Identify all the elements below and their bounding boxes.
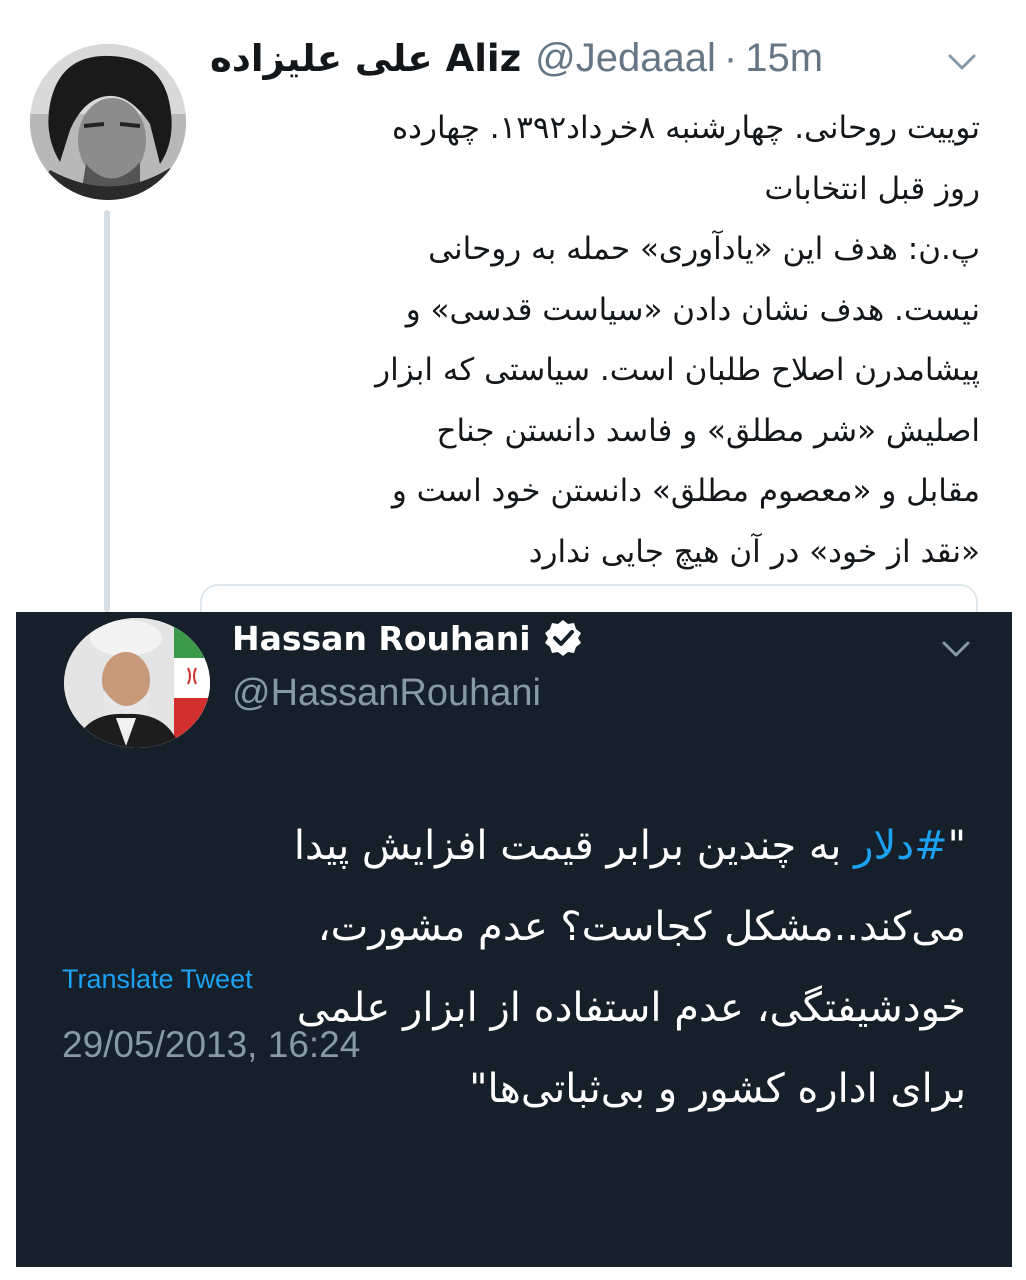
tweet-line: «نقد از خود» در آن هیچ جایی ندارد (528, 533, 980, 570)
user-avatar[interactable] (30, 44, 186, 200)
tweet-line: نیست. هدف نشان دادن «سیاست قدسی» و (405, 291, 980, 328)
user-avatar-photo-icon (30, 44, 186, 200)
tweet-timestamp[interactable]: 29/05/2013, 16:24 (62, 1024, 360, 1066)
tweet-time[interactable]: 15m (745, 36, 823, 81)
verified-badge-icon (544, 620, 581, 656)
tweet-line: پ.ن: هدف این «یادآوری» حمله به روحانی (428, 231, 980, 267)
tweet-header: علی علیزاده Aliz @Jedaaal · 15m (210, 36, 823, 88)
display-name[interactable]: علی علیزاده Aliz (210, 37, 521, 80)
tweet-line: مقابل و «معصوم مطلق» دانستن خود است و (391, 473, 980, 509)
tweet-line: روز قبل انتخابات (764, 170, 980, 207)
user-avatar[interactable] (64, 618, 210, 748)
user-avatar-photo-icon (64, 618, 210, 748)
tweet-text: توییت روحانی. چهارشنبه ۸خرداد۱۳۹۲. چهارد… (200, 98, 980, 582)
quoted-tweet-screenshot: Hassan Rouhani @HassanRouhani "#دلار به … (16, 612, 1012, 1267)
tweet-line-text: به چندین برابر قیمت افزایش پیدا (293, 823, 855, 869)
reply-tweet: علی علیزاده Aliz @Jedaaal · 15m توییت رو… (0, 0, 1026, 648)
separator-dot: · (723, 36, 738, 80)
tweet-line: می‌کند..مشکل کجاست؟ عدم مشورت، (317, 904, 966, 950)
display-name[interactable]: Hassan Rouhani (232, 618, 583, 658)
tweet-line: پیشامدرن اصلاح طلبان است. سیاستی که ابزا… (375, 352, 980, 388)
chevron-down-icon[interactable] (940, 638, 972, 660)
tweet-line: اصلیش «شر مطلق» و فاسد دانستن جناح (436, 412, 980, 449)
chevron-down-icon[interactable] (946, 50, 978, 74)
quote-mark: " (947, 823, 966, 869)
user-handle[interactable]: @Jedaaal (535, 36, 716, 81)
display-name-label: Hassan Rouhani (232, 618, 531, 658)
tweet-line: "#دلار به چندین برابر قیمت افزایش پیدا (56, 806, 966, 887)
tweet-line: توییت روحانی. چهارشنبه ۸خرداد۱۳۹۲. چهارد… (391, 110, 980, 146)
translate-tweet-link[interactable]: Translate Tweet (62, 964, 253, 995)
hashtag-link[interactable]: #دلار (854, 823, 947, 869)
thread-connector-line (104, 210, 110, 612)
user-handle[interactable]: @HassanRouhani (232, 672, 541, 715)
